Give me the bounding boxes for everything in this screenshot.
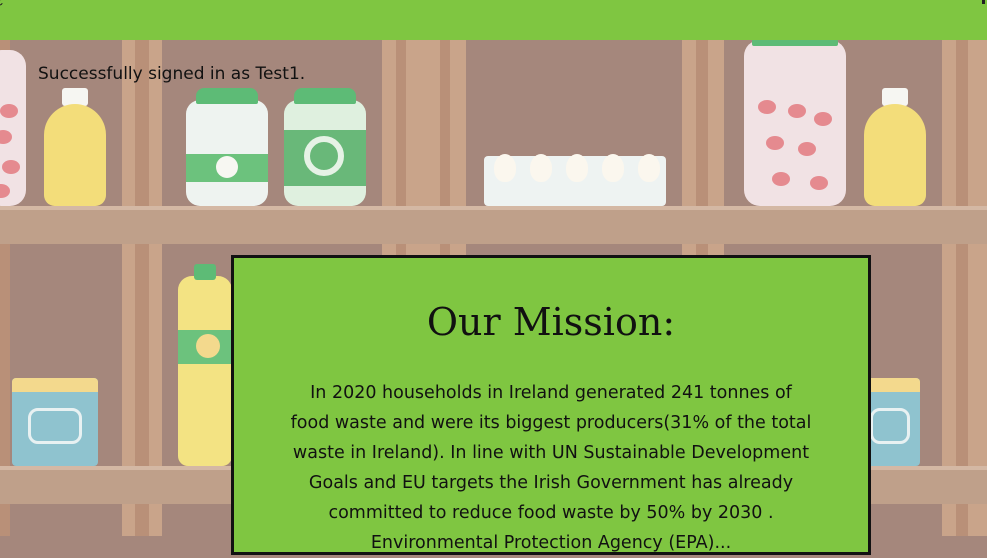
oil-bottle-icon [864,88,926,206]
tin-can-icon [12,378,98,466]
upper-shelf-lip [0,206,987,210]
oil-bottle-icon [44,88,106,206]
soda-bottle-icon [178,264,232,466]
mission-title: Our Mission: [426,300,676,344]
mushroom-jar-icon [186,88,268,206]
upper-shelf [0,206,987,244]
mission-card: Our Mission: In 2020 households in Irela… [231,255,871,555]
shelf-post [135,40,149,536]
pickle-jar-icon [284,88,366,206]
tomato-jar-icon [0,50,26,206]
signed-in-message: Successfully signed in as Test1. [38,64,306,84]
top-navbar: ℓ [0,0,987,40]
navbar-edge-mark [982,0,985,4]
navbar-edge-glyph: ℓ [0,0,4,10]
egg-carton-icon [484,154,666,206]
shelf-post [956,40,968,536]
mission-body: In 2020 households in Ireland generated … [290,383,812,553]
tomato-jar-icon [744,40,846,206]
